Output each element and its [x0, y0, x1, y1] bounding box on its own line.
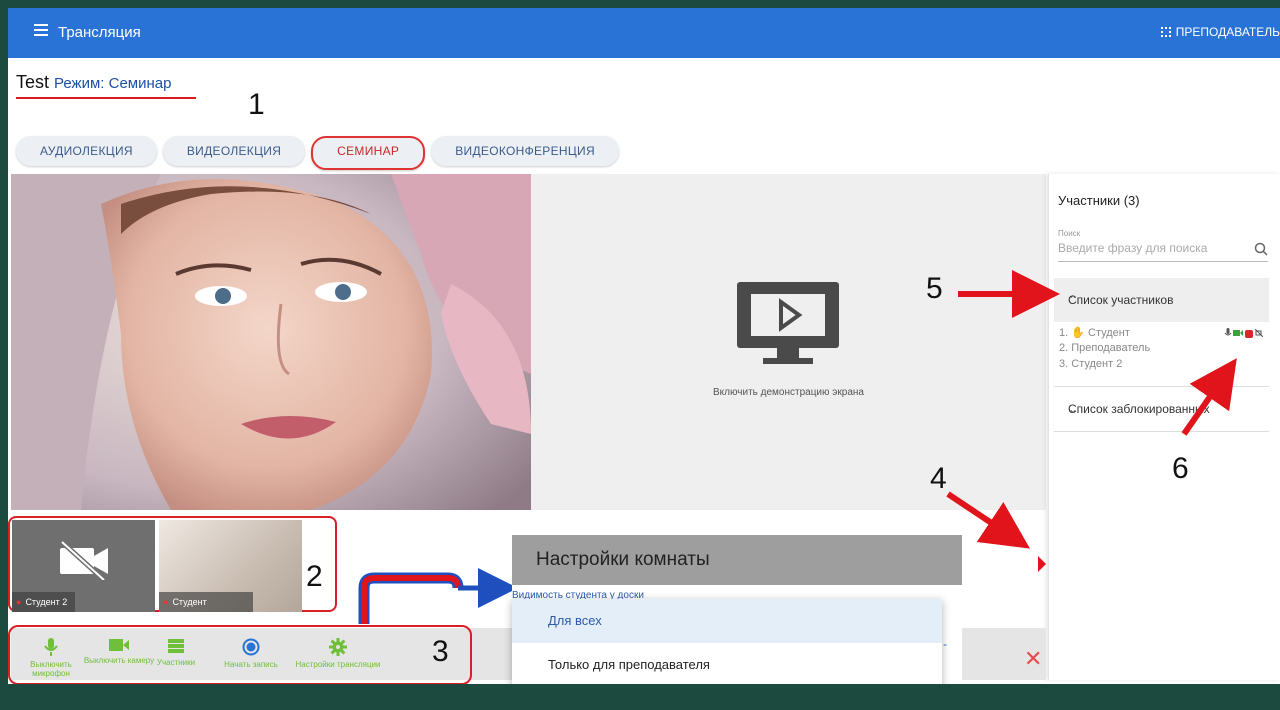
app-screen: Трансляция ПРЕПОДАВАТЕЛЬ Test Режим: Сем… — [8, 8, 1280, 684]
option-for-all[interactable]: Для всех — [512, 599, 942, 643]
arrow-settings — [361, 575, 461, 624]
room-settings-title: Настройки комнаты — [512, 535, 962, 585]
arrow-outline — [358, 572, 464, 624]
option-teacher-only[interactable]: Только для преподавателя — [512, 643, 942, 684]
room-settings-body: Видимость студента у доски Для всех Толь… — [512, 585, 962, 684]
visibility-dropdown[interactable]: Для всех Только для преподавателя — [512, 599, 942, 684]
room-settings-dialog: Настройки комнаты Видимость студента у д… — [512, 535, 962, 684]
arrow-6 — [1181, 358, 1237, 436]
sidebar-toggle-icon[interactable] — [1038, 556, 1046, 572]
dropdown-caret: - — [943, 637, 947, 651]
